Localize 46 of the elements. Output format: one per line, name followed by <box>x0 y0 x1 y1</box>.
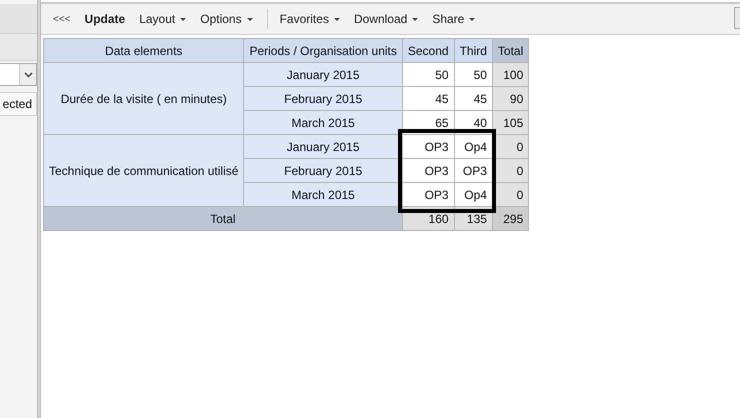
row-total-cell: 100 <box>492 62 529 86</box>
value-cell: 45 <box>402 86 454 110</box>
value-cell: 45 <box>454 86 492 110</box>
panel-header <box>0 4 37 34</box>
value-cell: OP3 <box>402 134 454 158</box>
selected-label[interactable]: ected <box>0 92 37 116</box>
value-cell: 50 <box>454 62 492 86</box>
row-group-header: Technique de communication utilisé <box>44 134 244 206</box>
menu-button[interactable]: Favorites <box>274 9 346 29</box>
row-group-header: Durée de la visite ( en minutes) <box>44 62 244 134</box>
caret-icon <box>334 18 340 20</box>
period-cell: January 2015 <box>244 62 402 86</box>
grand-total-cell: 295 <box>492 206 529 230</box>
caret-icon <box>469 18 476 20</box>
dropdown-field[interactable] <box>0 63 37 86</box>
splitter-bar[interactable] <box>37 0 41 418</box>
panel-tab[interactable] <box>0 34 37 61</box>
caret-icon <box>246 18 253 20</box>
menu-button[interactable]: Share <box>426 9 482 29</box>
row-total-cell: 105 <box>492 110 529 134</box>
menu-button[interactable]: Options <box>194 9 259 29</box>
column-header: Total <box>492 38 529 62</box>
value-cell: OP3 <box>402 158 454 182</box>
column-header: Periods / Organisation units <box>244 38 402 62</box>
period-cell: March 2015 <box>244 182 402 206</box>
period-cell: January 2015 <box>244 134 402 158</box>
value-cell: OP3 <box>402 182 454 206</box>
value-cell: 50 <box>402 62 454 86</box>
column-header: Second <box>402 38 454 62</box>
period-cell: March 2015 <box>244 110 402 134</box>
menu-button[interactable]: Download <box>348 9 424 29</box>
update-button[interactable]: Update <box>78 9 132 29</box>
column-header: Third <box>454 38 492 62</box>
value-cell: Op4 <box>454 182 492 206</box>
period-cell: February 2015 <box>244 158 402 182</box>
menu-button[interactable]: Layout <box>133 9 192 29</box>
column-header: Data elements <box>44 38 244 62</box>
row-total-cell: 90 <box>492 86 529 110</box>
chevron-down-icon <box>24 72 32 78</box>
value-cell: OP3 <box>454 158 492 182</box>
caret-icon <box>412 18 418 20</box>
period-cell: February 2015 <box>244 86 402 110</box>
caret-icon <box>180 18 186 20</box>
total-label: Total <box>44 206 402 230</box>
value-cell: Op4 <box>454 134 492 158</box>
collapse-button[interactable]: <<< <box>47 10 77 28</box>
